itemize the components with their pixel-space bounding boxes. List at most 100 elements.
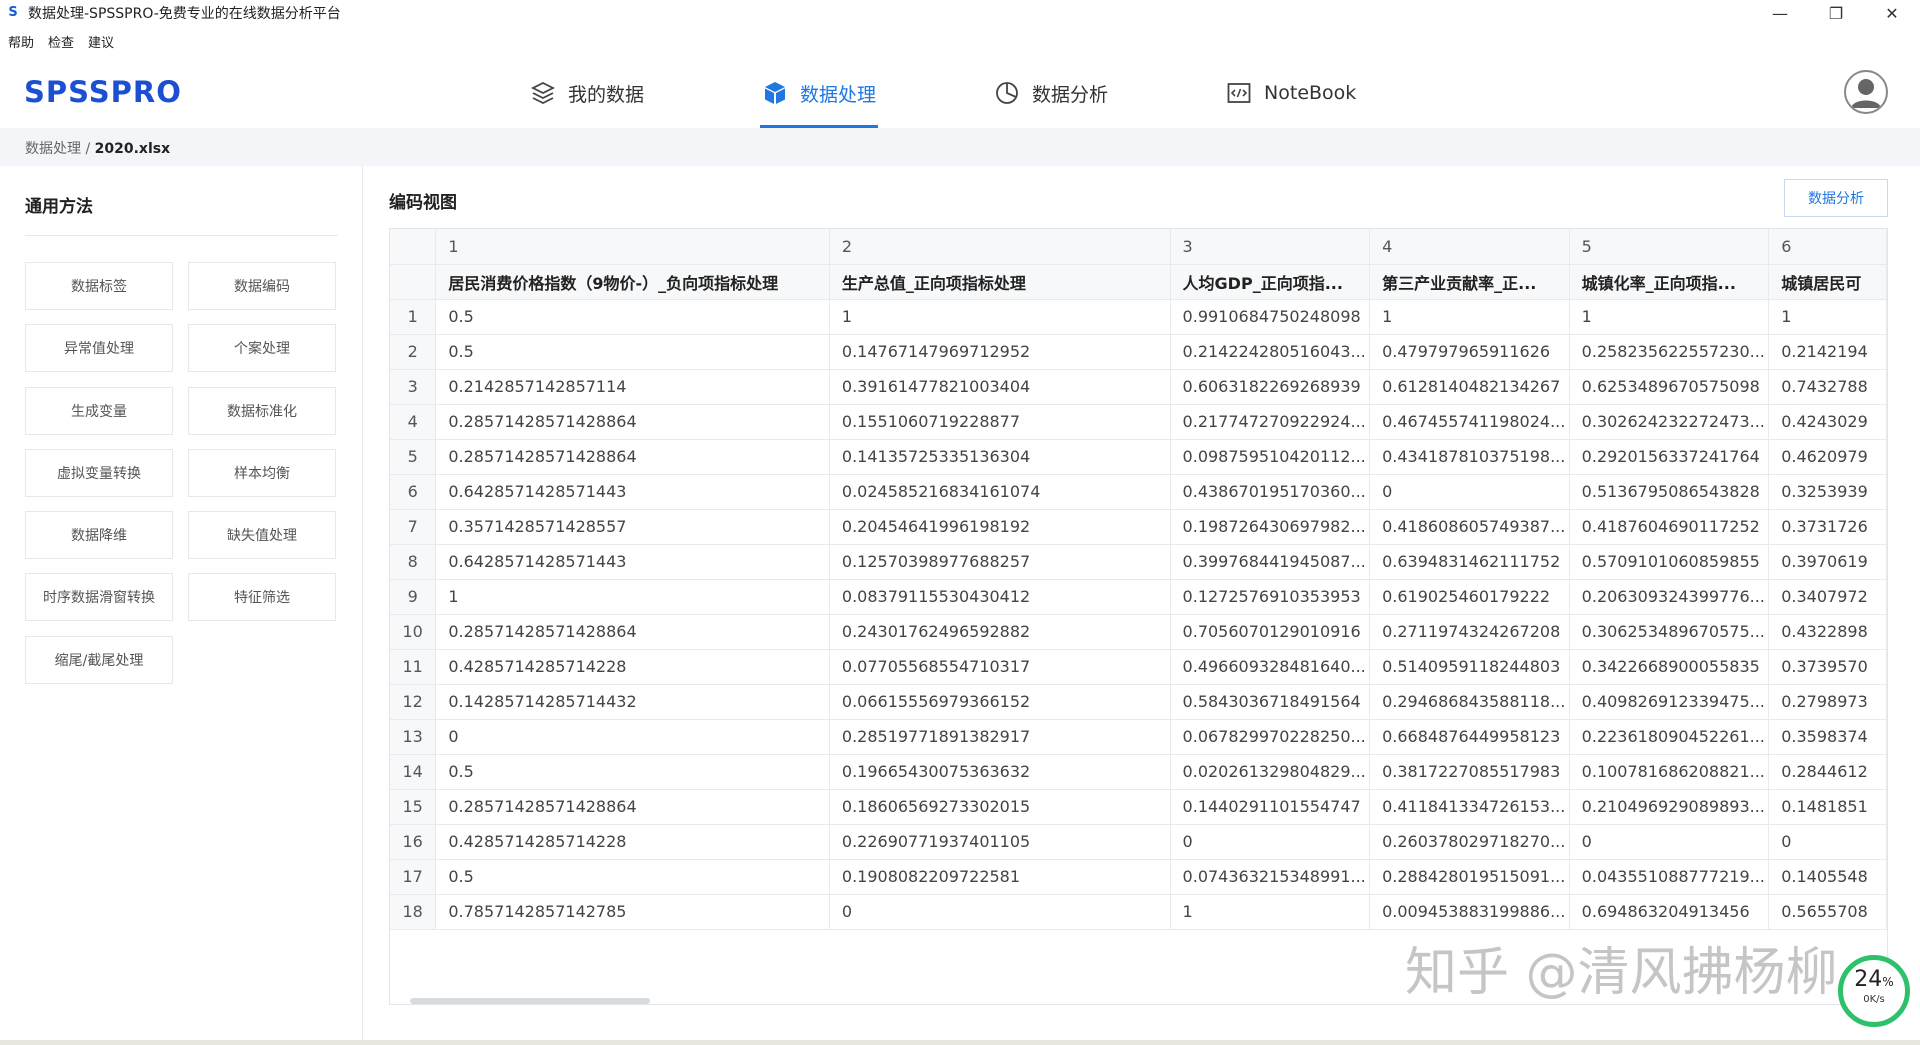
nav-data-processing[interactable]: 数据处理 (760, 58, 879, 128)
horizontal-scrollbar[interactable] (410, 998, 650, 1004)
table-cell[interactable]: 0.4243029 (1768, 404, 1887, 440)
table-cell[interactable]: 1 (1569, 299, 1770, 335)
table-cell[interactable]: 0.100781686208821... (1569, 754, 1770, 790)
row-index-cell[interactable]: 6 (390, 474, 437, 510)
table-cell[interactable]: 0.6128140482134267 (1369, 369, 1570, 405)
table-cell[interactable]: 0.28571428571428864 (435, 439, 830, 475)
method-generate-var[interactable]: 生成变量 (25, 387, 173, 435)
table-cell[interactable]: 0.294686843588118... (1369, 684, 1570, 720)
table-cell[interactable]: 0.5 (435, 859, 830, 895)
table-cell[interactable]: 0.3253939 (1768, 474, 1887, 510)
table-cell[interactable]: 0.5 (435, 754, 830, 790)
column-header-cell[interactable]: 人均GDP_正向项指... (1170, 264, 1371, 300)
table-cell[interactable]: 0.08379115530430412 (829, 579, 1171, 615)
method-dummy-var[interactable]: 虚拟变量转换 (25, 449, 173, 497)
row-index-cell[interactable]: 8 (390, 544, 437, 580)
table-cell[interactable]: 0.5140959118244803 (1369, 649, 1570, 685)
table-cell[interactable]: 0.5709101060859855 (1569, 544, 1770, 580)
table-cell[interactable]: 0.3739570 (1768, 649, 1887, 685)
table-cell[interactable]: 0.302624232272473... (1569, 404, 1770, 440)
table-cell[interactable]: 0.7857142857142785 (435, 894, 830, 930)
table-cell[interactable]: 0.14285714285714432 (435, 684, 830, 720)
table-cell[interactable]: 0.24301762496592882 (829, 614, 1171, 650)
table-cell[interactable]: 0.28571428571428864 (435, 789, 830, 825)
table-cell[interactable]: 0.3422668900055835 (1569, 649, 1770, 685)
table-cell[interactable]: 0.217747270922924... (1170, 404, 1371, 440)
table-cell[interactable]: 0.3571428571428557 (435, 509, 830, 545)
table-cell[interactable]: 1 (1170, 894, 1371, 930)
table-cell[interactable]: 0.5136795086543828 (1569, 474, 1770, 510)
table-cell[interactable]: 0.024585216834161074 (829, 474, 1171, 510)
table-cell[interactable]: 0.6394831462111752 (1369, 544, 1570, 580)
table-cell[interactable]: 0.409826912339475... (1569, 684, 1770, 720)
brand-logo[interactable]: SPSSPRO (24, 75, 182, 109)
table-cell[interactable]: 0.06615556979366152 (829, 684, 1171, 720)
user-avatar[interactable] (1844, 70, 1888, 114)
table-cell[interactable]: 0.210496929089893... (1569, 789, 1770, 825)
method-winsorize[interactable]: 缩尾/截尾处理 (25, 636, 173, 684)
menu-help[interactable]: 帮助 (8, 32, 34, 51)
table-cell[interactable]: 0.2844612 (1768, 754, 1887, 790)
table-cell[interactable]: 0.9910684750248098 (1170, 299, 1371, 335)
method-missing-values[interactable]: 缺失值处理 (188, 511, 336, 559)
row-index-cell[interactable]: 18 (390, 894, 437, 930)
column-number-cell[interactable]: 3 (1170, 229, 1371, 265)
table-cell[interactable]: 0.1551060719228877 (829, 404, 1171, 440)
table-cell[interactable]: 0.619025460179222 (1369, 579, 1570, 615)
table-cell[interactable]: 0 (1369, 474, 1570, 510)
row-index-cell[interactable]: 17 (390, 859, 437, 895)
table-cell[interactable]: 0.07705568554710317 (829, 649, 1171, 685)
table-cell[interactable]: 0.2798973 (1768, 684, 1887, 720)
table-cell[interactable]: 0.258235622557230... (1569, 334, 1770, 370)
table-cell[interactable]: 0.3817227085517983 (1369, 754, 1570, 790)
column-header-cell[interactable]: 城镇居民可 (1768, 264, 1887, 300)
row-index-cell[interactable]: 9 (390, 579, 437, 615)
table-cell[interactable]: 0.6684876449958123 (1369, 719, 1570, 755)
row-index-cell[interactable]: 4 (390, 404, 437, 440)
table-cell[interactable]: 0.223618090452261... (1569, 719, 1770, 755)
table-cell[interactable]: 0.1908082209722581 (829, 859, 1171, 895)
nav-my-data[interactable]: 我的数据 (530, 58, 644, 128)
table-cell[interactable]: 0.3598374 (1768, 719, 1887, 755)
table-cell[interactable]: 1 (829, 299, 1171, 335)
table-cell[interactable]: 0.1405548 (1768, 859, 1887, 895)
table-cell[interactable]: 0.28571428571428864 (435, 614, 830, 650)
table-cell[interactable]: 0.4285714285714228 (435, 824, 830, 860)
row-index-cell[interactable]: 13 (390, 719, 437, 755)
table-cell[interactable]: 0.7432788 (1768, 369, 1887, 405)
data-table-container[interactable]: 1 2 3 4 5 6 居民消费价格指数（9物价-）_负向项指标处理 生产总值_正向项指标处理… (389, 228, 1888, 1005)
row-index-cell[interactable]: 14 (390, 754, 437, 790)
table-cell[interactable]: 0.206309324399776... (1569, 579, 1770, 615)
table-cell[interactable]: 1 (1768, 299, 1887, 335)
table-cell[interactable]: 0.2142194 (1768, 334, 1887, 370)
column-header-cell[interactable]: 生产总值_正向项指标处理 (829, 264, 1171, 300)
table-cell[interactable]: 0.306253489670575... (1569, 614, 1770, 650)
table-cell[interactable]: 0.098759510420112... (1170, 439, 1371, 475)
table-cell[interactable]: 0.5843036718491564 (1170, 684, 1371, 720)
row-index-cell[interactable]: 2 (390, 334, 437, 370)
table-cell[interactable]: 0.4322898 (1768, 614, 1887, 650)
table-cell[interactable]: 0.18606569273302015 (829, 789, 1171, 825)
close-button[interactable]: ✕ (1864, 0, 1920, 26)
column-number-cell[interactable]: 1 (435, 229, 830, 265)
table-cell[interactable]: 0 (829, 894, 1171, 930)
table-cell[interactable]: 0.5 (435, 299, 830, 335)
table-cell[interactable]: 0.5 (435, 334, 830, 370)
table-cell[interactable]: 0.12570398977688257 (829, 544, 1171, 580)
table-cell[interactable]: 0 (1768, 824, 1887, 860)
method-data-encoding[interactable]: 数据编码 (188, 262, 336, 310)
table-cell[interactable]: 0.043551088777219... (1569, 859, 1770, 895)
column-number-cell[interactable]: 5 (1569, 229, 1770, 265)
table-cell[interactable]: 0.6253489670575098 (1569, 369, 1770, 405)
table-cell[interactable]: 0.074363215348991... (1170, 859, 1371, 895)
table-cell[interactable]: 1 (435, 579, 830, 615)
row-index-cell[interactable]: 16 (390, 824, 437, 860)
table-cell[interactable]: 0.4187604690117252 (1569, 509, 1770, 545)
breadcrumb-parent[interactable]: 数据处理 (25, 141, 81, 157)
table-cell[interactable]: 0.418608605749387... (1369, 509, 1570, 545)
table-cell[interactable]: 0.28519771891382917 (829, 719, 1171, 755)
table-cell[interactable]: 0.1481851 (1768, 789, 1887, 825)
table-cell[interactable]: 0.14767147969712952 (829, 334, 1171, 370)
table-cell[interactable]: 0.067829970228250... (1170, 719, 1371, 755)
table-cell[interactable]: 0.14135725335136304 (829, 439, 1171, 475)
